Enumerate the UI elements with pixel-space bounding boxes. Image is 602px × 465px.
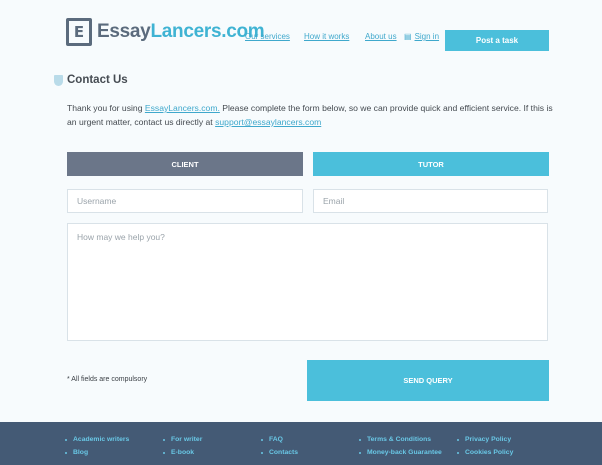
bullet-icon <box>163 439 165 441</box>
intro-text: Thank you for using EssayLancers.com. Pl… <box>67 101 557 129</box>
footer-link-blog[interactable]: Blog <box>73 449 88 456</box>
page-title: Contact Us <box>67 74 128 86</box>
intro-site-link[interactable]: EssayLancers.com. <box>145 103 220 113</box>
footer-link-cookies[interactable]: Cookies Policy <box>465 449 513 456</box>
message-textarea[interactable] <box>67 223 548 341</box>
logo-text-essay: Essay <box>97 21 151 42</box>
bullet-icon <box>457 452 459 454</box>
signin-icon: ▤ <box>404 32 412 41</box>
required-fields-note: * All fields are compulsory <box>67 376 148 383</box>
email-input[interactable] <box>313 189 548 213</box>
bullet-icon <box>359 452 361 454</box>
bullet-icon <box>359 439 361 441</box>
footer-link-for-writer[interactable]: For writer <box>171 436 202 443</box>
nav-sign-in[interactable]: ▤ Sign in <box>404 32 439 41</box>
bullet-icon <box>261 439 263 441</box>
shield-icon <box>54 74 63 86</box>
site-footer: Academic writers Blog For writer E-book … <box>0 422 602 465</box>
logo-text: EssayLancers.com <box>97 21 265 43</box>
intro-text-part1: Thank you for using <box>67 103 145 113</box>
footer-link-faq[interactable]: FAQ <box>269 436 283 443</box>
footer-link-privacy[interactable]: Privacy Policy <box>465 436 511 443</box>
footer-link-e-book[interactable]: E-book <box>171 449 194 456</box>
nav-about-us[interactable]: About us <box>365 32 397 41</box>
nav-sign-in-label: Sign in <box>414 32 440 41</box>
username-input[interactable] <box>67 189 303 213</box>
footer-link-terms[interactable]: Terms & Conditions <box>367 436 431 443</box>
nav-how-it-works[interactable]: How it works <box>304 32 349 41</box>
bullet-icon <box>65 452 67 454</box>
support-email-link[interactable]: support@essaylancers.com <box>215 117 321 127</box>
footer-link-academic-writers[interactable]: Academic writers <box>73 436 129 443</box>
bullet-icon <box>163 452 165 454</box>
footer-link-contacts[interactable]: Contacts <box>269 449 298 456</box>
post-task-button[interactable]: Post a task <box>445 30 549 51</box>
nav-our-services[interactable]: Our services <box>245 32 290 41</box>
page-heading: Contact Us <box>54 74 128 86</box>
bullet-icon <box>65 439 67 441</box>
logo-e-icon: E <box>66 18 92 46</box>
bullet-icon <box>457 439 459 441</box>
site-logo[interactable]: E EssayLancers.com <box>66 18 265 46</box>
tab-tutor[interactable]: TUTOR <box>313 152 549 176</box>
footer-link-money-back[interactable]: Money-back Guarantee <box>367 449 442 456</box>
bullet-icon <box>261 452 263 454</box>
tab-client[interactable]: CLIENT <box>67 152 303 176</box>
site-header: E EssayLancers.com Our services How it w… <box>0 0 602 60</box>
send-query-button[interactable]: SEND QUERY <box>307 360 549 401</box>
